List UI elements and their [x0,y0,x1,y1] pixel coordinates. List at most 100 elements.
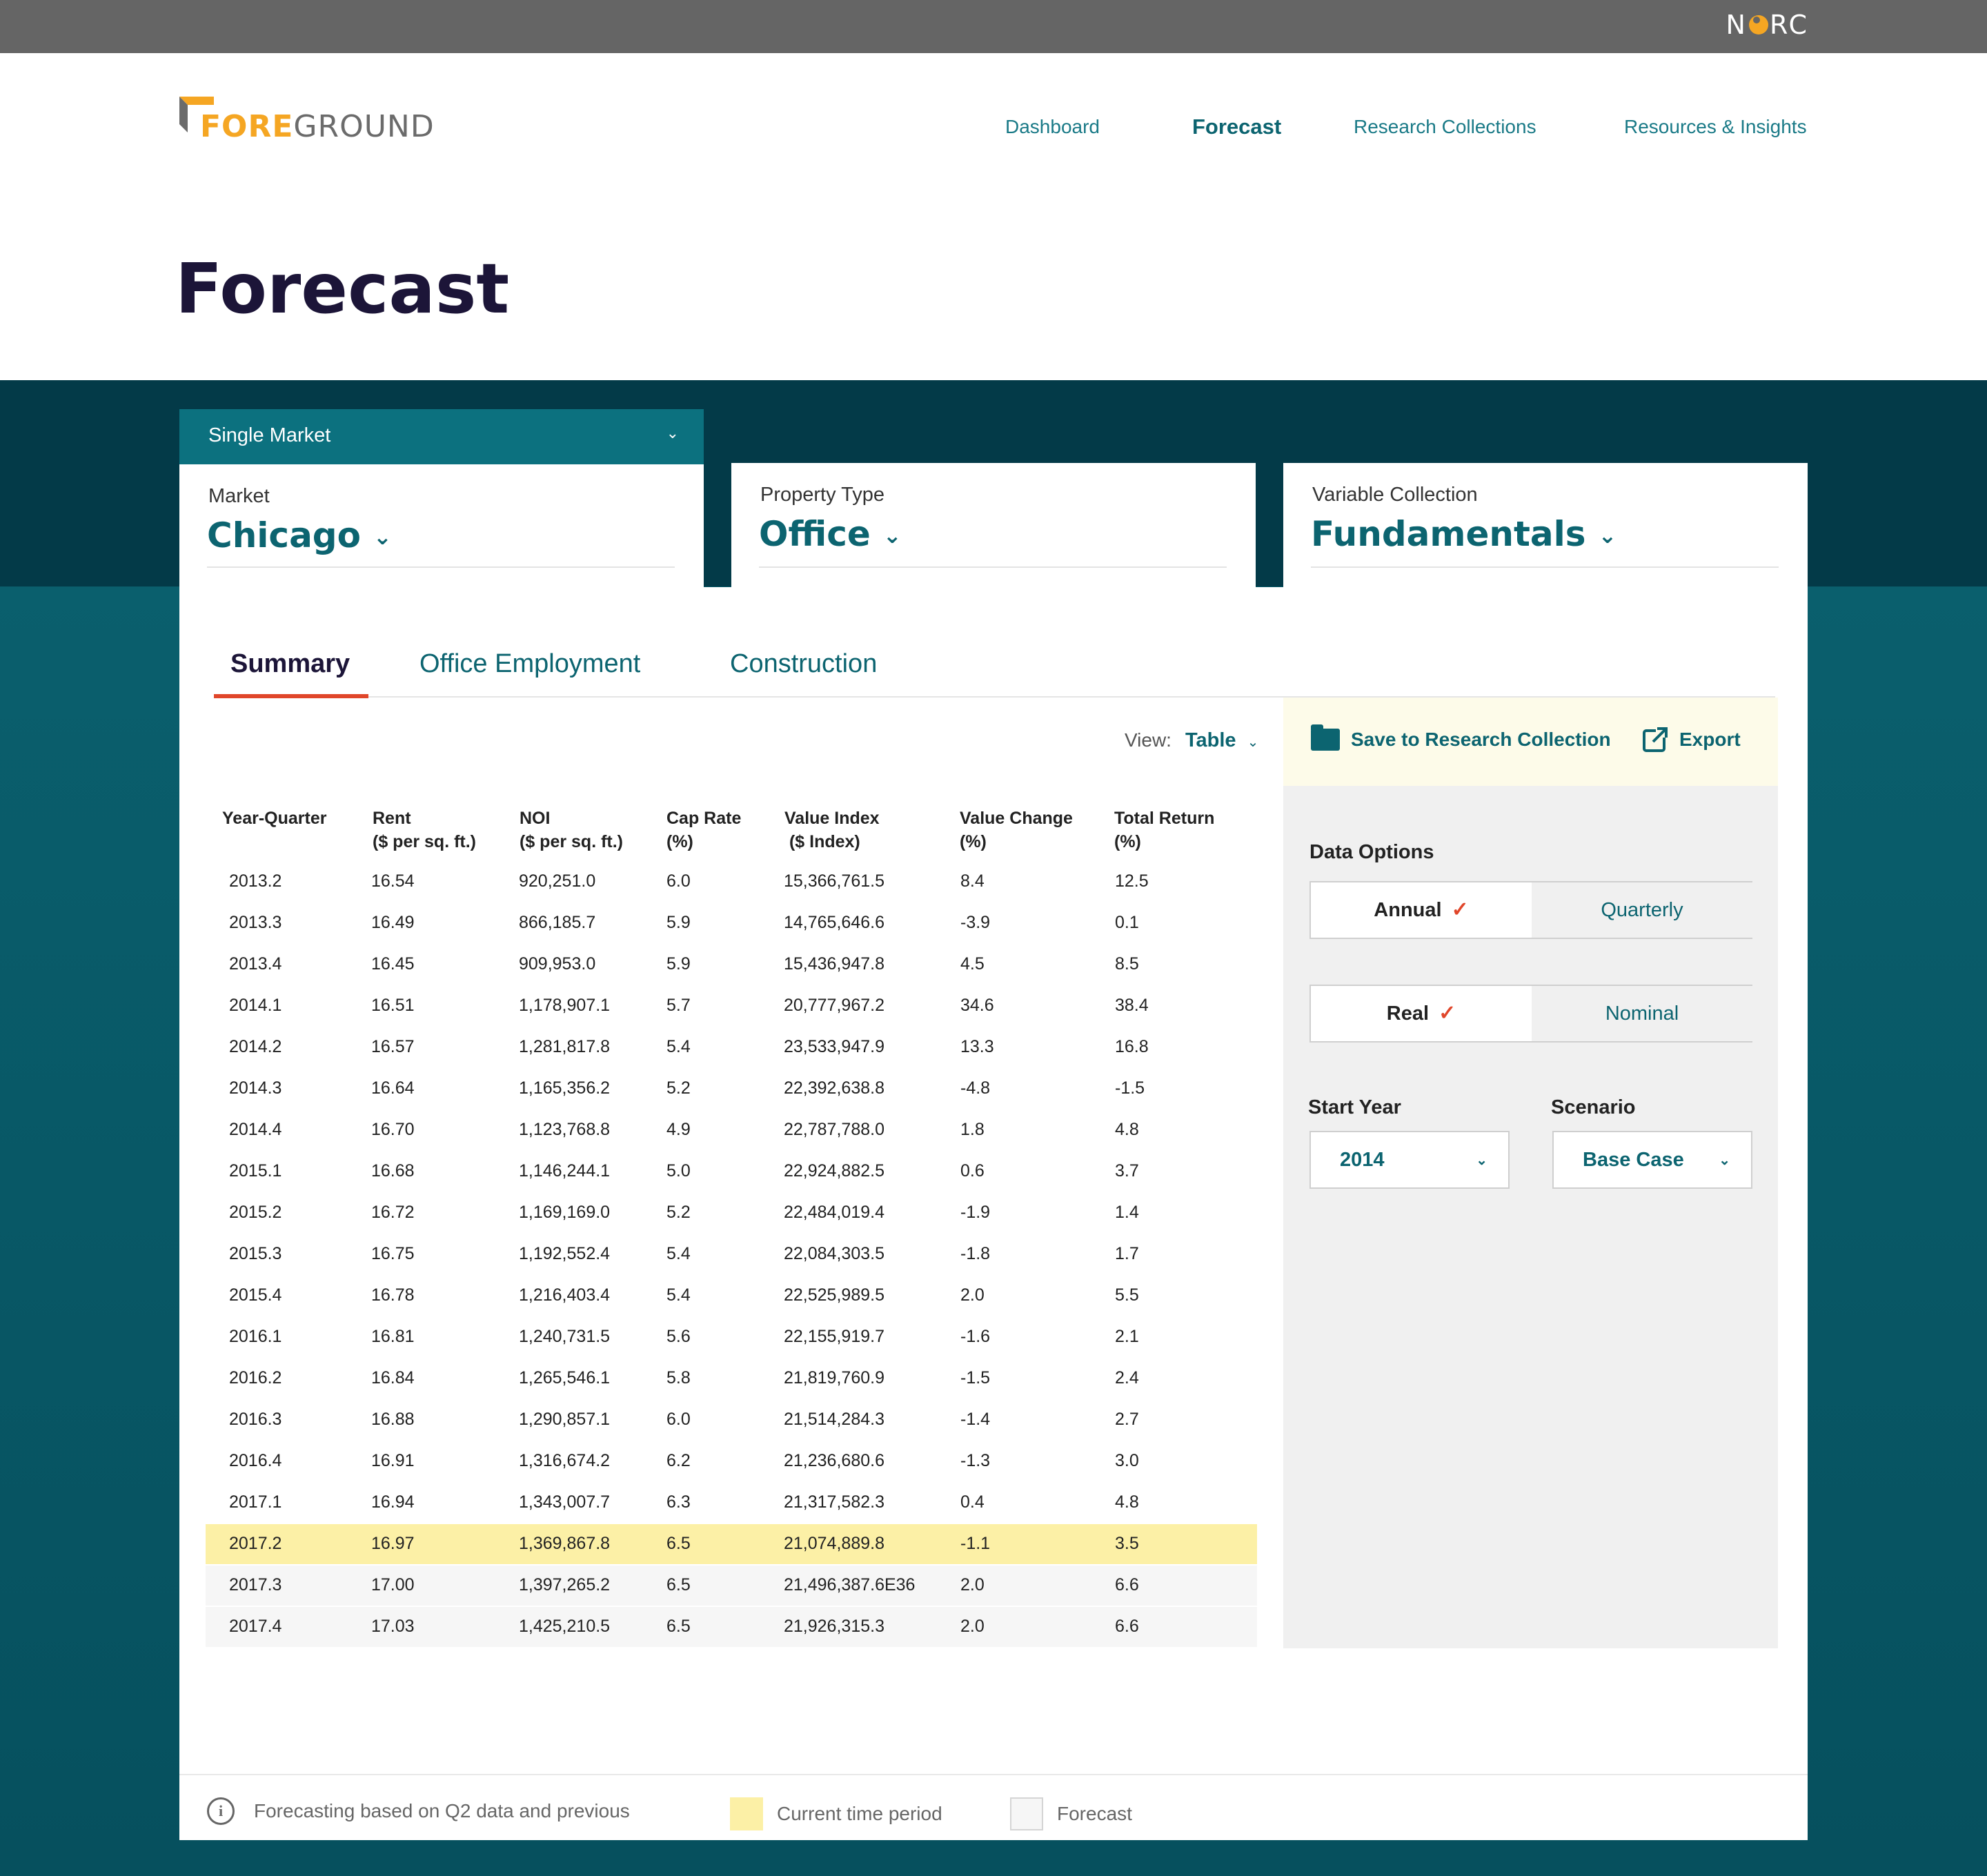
tab-summary[interactable]: Summary [230,649,350,679]
table-cell: 866,185.7 [519,913,596,932]
table-cell: 6.0 [666,871,691,891]
norc-logo[interactable]: N RC [1726,10,1809,40]
table-row: 2016.2 16.84 1,265,546.1 5.8 21,819,760.9 -1.… [206,1359,1257,1399]
real-option[interactable]: Real ✓ [1311,986,1532,1041]
variable-collection-selector[interactable]: Variable Collection Fundamentals ⌄ [1283,463,1808,587]
table-cell: 3.0 [1115,1451,1139,1470]
table-cell: 2017.4 [229,1617,282,1636]
chevron-down-icon: ⌄ [1247,735,1259,750]
forecast-card: Summary Office Employment Construction V… [179,587,1808,1840]
nav-forecast[interactable]: Forecast [1192,115,1281,139]
table-cell: 16.45 [371,954,415,974]
table-row: 2015.3 16.75 1,192,552.4 5.4 22,084,303.5 -1.… [206,1234,1257,1274]
save-label: Save to Research Collection [1351,729,1611,750]
table-cell: 12.5 [1115,871,1149,891]
table-cell: 22,084,303.5 [784,1244,884,1263]
quarterly-option[interactable]: Quarterly [1532,882,1752,938]
table-cell: 21,074,889.8 [784,1534,884,1553]
column-header: Year-Quarter [222,807,326,830]
column-header-title: Value Change [960,809,1073,828]
logo-wordmark: FOREGROUND [200,109,435,144]
table-cell: 920,251.0 [519,871,596,891]
variable-collection-value[interactable]: Fundamentals ⌄ [1311,514,1617,554]
scenario-select[interactable]: Base Case ⌄ [1552,1131,1752,1189]
table-cell: 22,525,989.5 [784,1285,884,1305]
logo-fore: FORE [200,109,294,144]
table-cell: 1,316,674.2 [519,1451,611,1470]
export-button[interactable]: Export [1642,727,1741,753]
nominal-option[interactable]: Nominal [1532,986,1752,1041]
property-type-selector[interactable]: Property Type Office ⌄ [731,463,1256,587]
market-underline [207,566,675,568]
column-header-unit: (%) [1114,832,1141,851]
table-row: 2016.4 16.91 1,316,674.2 6.2 21,236,680.6 -1.… [206,1441,1257,1481]
legend-forecast: Forecast [1010,1797,1132,1830]
table-cell: 1,265,546.1 [519,1368,611,1388]
table-cell: 5.6 [666,1327,691,1346]
legend-bar: i Forecasting based on Q2 data and previ… [179,1774,1808,1840]
folder-icon [1311,724,1340,751]
nav-resources-insights[interactable]: Resources & Insights [1624,116,1807,138]
annual-option[interactable]: Annual ✓ [1311,882,1532,938]
table-cell: 21,514,284.3 [784,1410,884,1429]
tab-construction[interactable]: Construction [730,649,877,679]
scenario-value: Base Case [1583,1149,1684,1171]
legend-forecast-text: Forecast [1057,1803,1132,1824]
table-cell: 16.68 [371,1161,415,1181]
table-cell: 2017.3 [229,1575,282,1594]
table-cell: 2014.1 [229,996,282,1015]
table-cell: 16.81 [371,1327,415,1346]
property-type-value[interactable]: Office ⌄ [759,514,902,554]
property-type-underline [759,566,1227,568]
table-cell: 5.9 [666,954,691,974]
table-cell: 3.5 [1115,1534,1139,1553]
column-header: Rent ($ per sq. ft.) [373,807,476,853]
norc-logo-n: N [1726,10,1748,40]
table-cell: 1,281,817.8 [519,1037,611,1056]
info-icon[interactable]: i [207,1797,235,1825]
table-cell: 2013.2 [229,871,282,891]
table-cell: 6.6 [1115,1575,1139,1594]
table-cell: 6.5 [666,1534,691,1553]
column-header: NOI ($ per sq. ft.) [520,807,623,853]
table-cell: 17.03 [371,1617,415,1636]
table-cell: 8.4 [960,871,985,891]
action-bar: Save to Research Collection Export [1283,698,1778,786]
view-label: View: [1125,729,1172,751]
save-to-research-collection-button[interactable]: Save to Research Collection [1311,724,1611,751]
table-cell: 16.91 [371,1451,415,1470]
table-row: 2015.4 16.78 1,216,403.4 5.4 22,525,989.5 2.0… [206,1276,1257,1316]
page-title: Forecast [175,248,510,329]
legend-current-text: Current time period [777,1803,942,1824]
table-cell: 5.5 [1115,1285,1139,1305]
table-cell: 2.4 [1115,1368,1139,1388]
table-cell: 5.8 [666,1368,691,1388]
table-cell: -1.8 [960,1244,991,1263]
data-options-panel: Data Options Annual ✓ Quarterly Real ✓ Nom… [1283,786,1778,1648]
table-cell: 21,819,760.9 [784,1368,884,1388]
market-mode-dropdown[interactable]: Single Market ⌄ [179,409,704,464]
table-cell: -1.5 [960,1368,991,1388]
foreground-logo[interactable]: FOREGROUND [179,97,469,145]
table-cell: 1,192,552.4 [519,1244,611,1263]
start-year-select[interactable]: 2014 ⌄ [1309,1131,1510,1189]
nav-dashboard[interactable]: Dashboard [1005,116,1100,138]
export-label: Export [1679,729,1741,750]
table-row: 2016.3 16.88 1,290,857.1 6.0 21,514,284.3 -1.… [206,1400,1257,1440]
market-selector[interactable]: Market Chicago ⌄ [179,464,704,587]
table-cell: 909,953.0 [519,954,596,974]
view-selector[interactable]: View: Table ⌄ [1125,729,1258,752]
market-value[interactable]: Chicago ⌄ [207,515,392,555]
table-cell: 21,926,315.3 [784,1617,884,1636]
chevron-down-icon: ⌄ [666,424,679,442]
column-header: Cap Rate (%) [666,807,741,853]
column-header-title: Rent [373,809,411,828]
nav-research-collections[interactable]: Research Collections [1354,116,1536,138]
table-row: 2013.4 16.45 909,953.0 5.9 15,436,947.8 4.5 8.… [206,945,1257,985]
tab-office-employment[interactable]: Office Employment [419,649,640,679]
table-cell: -1.3 [960,1451,991,1470]
norc-bar: N RC [0,0,1987,53]
table-cell: 21,236,680.6 [784,1451,884,1470]
table-cell: 5.0 [666,1161,691,1181]
table-cell: 16.49 [371,913,415,932]
